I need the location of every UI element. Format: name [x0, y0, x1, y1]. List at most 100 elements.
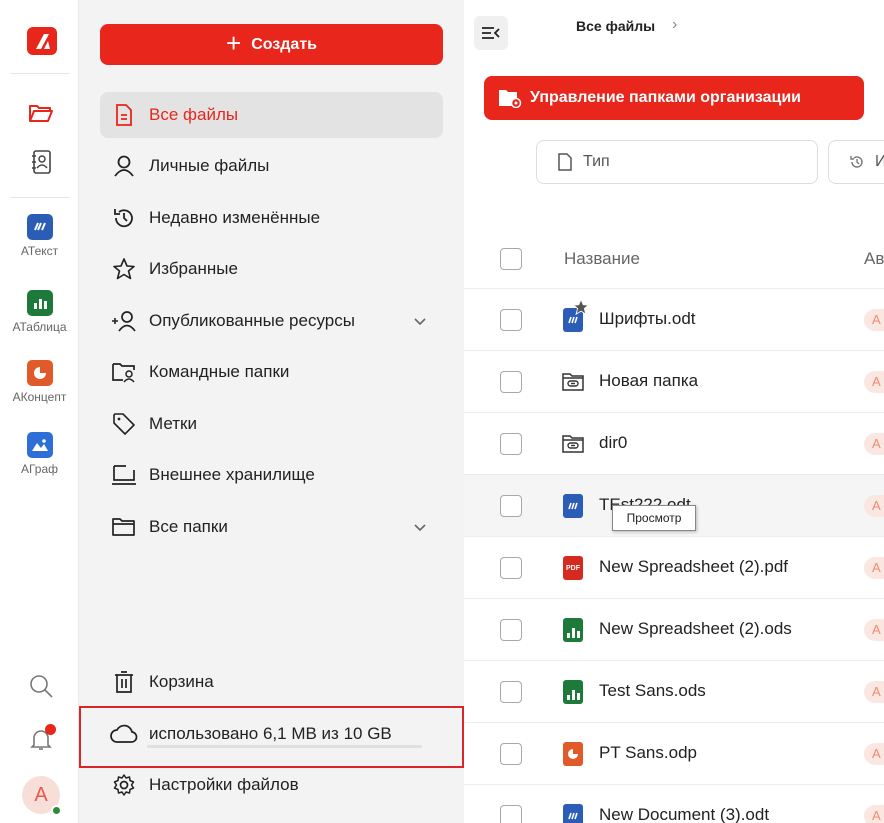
sidebar-item-favorites[interactable]: Избранные	[100, 246, 443, 292]
cloud-icon	[109, 719, 139, 749]
sidebar-item-label: Недавно изменённые	[149, 208, 321, 227]
table-row[interactable]: New Document (3).odt А	[464, 784, 884, 823]
sidebar-item-label: Корзина	[149, 672, 214, 691]
aconcept-icon	[26, 360, 53, 386]
file-name[interactable]: New Document (3).odt	[599, 805, 769, 823]
user-icon	[109, 151, 139, 181]
notification-badge	[45, 724, 56, 735]
favorite-star-icon	[572, 298, 590, 316]
plus-icon: +	[226, 28, 242, 58]
chevron-down-icon[interactable]	[411, 312, 429, 330]
document-file-icon	[561, 298, 590, 332]
author-badge: А	[864, 371, 884, 393]
avatar[interactable]: А	[22, 776, 62, 816]
author-badge: А	[864, 681, 884, 703]
row-checkbox[interactable]	[500, 619, 522, 641]
online-status-dot	[51, 805, 62, 816]
row-checkbox[interactable]	[500, 309, 522, 331]
app-atable[interactable]: АТаблица	[0, 290, 79, 334]
row-checkbox[interactable]	[500, 681, 522, 703]
storage-usage-label: использовано 6,1 MB из 10 GB	[149, 724, 392, 743]
sidebar-item-external-storage[interactable]: Внешнее хранилище	[100, 452, 443, 498]
file-name[interactable]: New Spreadsheet (2).pdf	[599, 557, 788, 577]
sidebar-item-all-files[interactable]: Все файлы	[100, 92, 443, 138]
app-atext[interactable]: АТекст	[0, 214, 79, 258]
sidebar-item-personal-files[interactable]: Личные файлы	[100, 143, 443, 189]
row-checkbox[interactable]	[500, 433, 522, 455]
rail-divider	[10, 73, 70, 74]
app-agraph[interactable]: АГраф	[0, 432, 79, 476]
file-name[interactable]: dir0	[599, 433, 627, 453]
history-icon	[850, 156, 863, 168]
breadcrumb-chevron-icon: ›	[672, 16, 678, 33]
row-checkbox[interactable]	[500, 557, 522, 579]
column-header-author[interactable]: Ав	[864, 249, 884, 269]
sidebar-item-all-folders[interactable]: Все папки	[100, 504, 443, 550]
file-name[interactable]: Новая папка	[599, 371, 698, 391]
table-row[interactable]: New Spreadsheet (2).ods А	[464, 598, 884, 660]
app-aconcept[interactable]: АКонцепт	[0, 360, 79, 404]
sidebar-item-recent[interactable]: Недавно изменённые	[100, 195, 443, 241]
app-label: АГраф	[20, 462, 59, 476]
rail-divider	[10, 197, 70, 198]
storage-usage[interactable]: использовано 6,1 MB из 10 GB	[100, 711, 443, 757]
app-label: АТекст	[20, 244, 59, 258]
files-folder-icon[interactable]	[27, 99, 55, 127]
sidebar-item-file-settings[interactable]: Настройки файлов	[100, 762, 443, 808]
table-header: Название Ав	[464, 232, 884, 286]
sidebar-item-label: Личные файлы	[149, 156, 270, 175]
filter-type[interactable]: Тип	[536, 140, 818, 184]
table-row[interactable]: PT Sans.odp А	[464, 722, 884, 784]
select-all-checkbox[interactable]	[500, 248, 522, 270]
column-header-name[interactable]: Название	[564, 249, 640, 269]
collapse-menu-icon	[482, 27, 500, 39]
table-row[interactable]: Новая папка А	[464, 350, 884, 412]
atable-icon	[26, 290, 53, 316]
table-row[interactable]: Test Sans.ods А	[464, 660, 884, 722]
row-checkbox[interactable]	[500, 805, 522, 823]
create-button[interactable]: + Создать	[100, 24, 443, 65]
author-badge: А	[864, 495, 884, 517]
document-file-icon	[561, 494, 585, 518]
star-icon	[109, 254, 139, 284]
author-badge: А	[864, 619, 884, 641]
file-icon	[558, 153, 572, 171]
chevron-down-icon[interactable]	[411, 518, 429, 536]
table-row[interactable]: Шрифты.odt А	[464, 288, 884, 350]
team-folder-icon	[109, 357, 139, 387]
author-badge: А	[864, 743, 884, 765]
file-name[interactable]: Test Sans.ods	[599, 681, 706, 701]
main-content: Все файлы › Управление папками организац…	[464, 0, 884, 823]
row-checkbox[interactable]	[500, 743, 522, 765]
contacts-icon[interactable]	[27, 148, 55, 176]
search-icon[interactable]	[27, 672, 55, 700]
monitor-icon	[109, 460, 139, 490]
filter-modified[interactable]: И	[828, 140, 884, 184]
table-row[interactable]: PDF New Spreadsheet (2).pdf А	[464, 536, 884, 598]
author-badge: А	[864, 309, 884, 331]
collapse-sidebar-button[interactable]	[474, 16, 508, 50]
sidebar: + Создать Все файлы Личные файлы Недавно…	[79, 0, 464, 823]
sidebar-item-team-folders[interactable]: Командные папки	[100, 349, 443, 395]
sidebar-item-published[interactable]: Опубликованные ресурсы	[100, 298, 443, 344]
history-icon	[109, 203, 139, 233]
trash-icon	[109, 667, 139, 697]
app-label: АТаблица	[12, 320, 67, 334]
author-badge: А	[864, 557, 884, 579]
file-name[interactable]: New Spreadsheet (2).ods	[599, 619, 792, 639]
sidebar-item-label: Опубликованные ресурсы	[149, 311, 355, 330]
manage-org-folders-button[interactable]: Управление папками организации	[484, 76, 864, 120]
file-name[interactable]: Шрифты.odt	[599, 309, 696, 329]
sidebar-item-label: Командные папки	[149, 362, 290, 381]
sidebar-item-trash[interactable]: Корзина	[100, 659, 443, 705]
sidebar-item-label: Метки	[149, 414, 197, 433]
shared-folder-icon	[561, 370, 585, 394]
table-row[interactable]: dir0 А	[464, 412, 884, 474]
breadcrumb[interactable]: Все файлы	[576, 18, 655, 34]
sidebar-item-tags[interactable]: Метки	[100, 401, 443, 447]
file-name[interactable]: PT Sans.odp	[599, 743, 697, 763]
row-checkbox[interactable]	[500, 371, 522, 393]
filter-type-label: Тип	[583, 153, 610, 170]
app-logo-icon[interactable]	[27, 27, 57, 55]
row-checkbox[interactable]	[500, 495, 522, 517]
